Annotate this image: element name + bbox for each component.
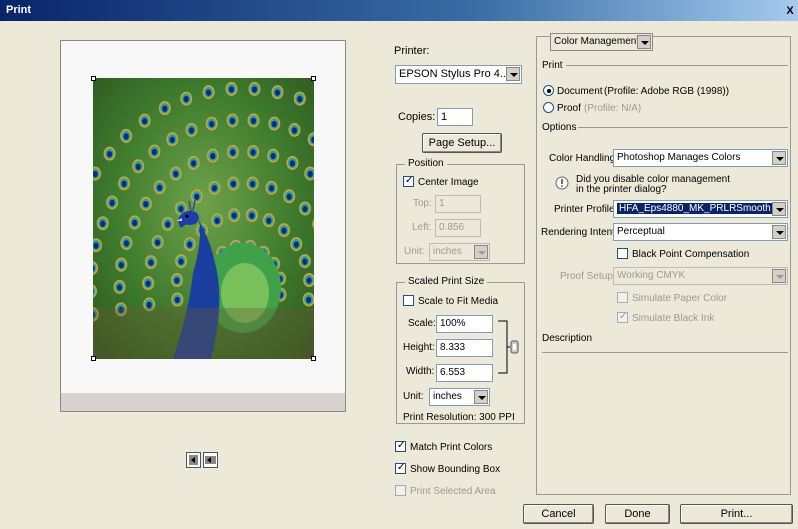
close-icon[interactable]: X (784, 5, 796, 17)
left-input[interactable]: 0.856 (435, 219, 481, 237)
title-bar: Print (0, 0, 798, 21)
rendering-intent-select[interactable]: Perceptual (613, 223, 788, 241)
page-landscape-icon[interactable] (203, 452, 218, 468)
document-label: Document (557, 86, 603, 97)
match-print-colors-checkbox[interactable] (395, 440, 406, 452)
position-legend: Position (405, 158, 447, 169)
bounding-handle[interactable] (91, 76, 96, 81)
printer-label: Printer: (394, 45, 430, 57)
document-radio[interactable] (543, 85, 554, 96)
simulate-paper-label: Simulate Paper Color (632, 293, 728, 304)
show-bounding-box-label: Show Bounding Box (410, 464, 501, 475)
bounding-handle[interactable] (311, 76, 316, 81)
rendering-intent-value: Perceptual (617, 226, 665, 237)
position-unit-select[interactable]: inches (429, 243, 490, 261)
scaled-unit-label: Unit: (403, 391, 424, 402)
simulate-ink-checkbox[interactable] (617, 311, 628, 323)
chevron-down-icon (772, 202, 786, 216)
print-resolution: Print Resolution: 300 PPI (403, 412, 515, 423)
height-input[interactable]: 8.333 (436, 339, 493, 357)
chevron-down-icon (474, 390, 488, 404)
peacock-image (93, 78, 314, 359)
proof-setup-select[interactable]: Working CMYK (613, 267, 788, 285)
proof-label: Proof (557, 103, 581, 114)
page-setup-button[interactable]: Page Setup... (422, 133, 502, 153)
chevron-down-icon (772, 151, 786, 165)
left-label: Left: (412, 222, 432, 233)
chevron-down-icon (772, 269, 786, 283)
scaled-unit-select[interactable]: inches (429, 388, 490, 406)
printer-profile-select[interactable]: HFA_Eps4880_MK_PRLRSmooth (613, 200, 788, 218)
top-label: Top: (413, 198, 432, 209)
scaled-print-size-legend: Scaled Print Size (405, 276, 488, 287)
warning-icon (555, 176, 569, 190)
color-handling-label: Color Handling: (549, 153, 618, 164)
simulate-paper-checkbox[interactable] (617, 292, 628, 303)
printer-profile-value: HFA_Eps4880_MK_PRLRSmooth (617, 203, 773, 214)
center-image-checkbox[interactable] (403, 175, 414, 187)
color-handling-value: Photoshop Manages Colors (617, 152, 741, 163)
scaled-unit-value: inches (433, 391, 462, 402)
print-button[interactable]: Print... (680, 504, 793, 524)
show-bounding-box-checkbox[interactable] (395, 462, 406, 474)
scale-to-fit-label: Scale to Fit Media (418, 296, 499, 307)
center-image-label: Center Image (418, 177, 479, 188)
match-print-colors-label: Match Print Colors (410, 442, 493, 453)
divider (566, 65, 788, 66)
printer-select[interactable]: EPSON Stylus Pro 4... (395, 65, 522, 84)
panel-mode-value: Color Management (554, 36, 640, 47)
top-input[interactable]: 1 (435, 195, 481, 213)
print-selected-area-label: Print Selected Area (410, 486, 496, 497)
color-handling-select[interactable]: Photoshop Manages Colors (613, 149, 788, 167)
width-input[interactable]: 6.553 (436, 364, 493, 382)
divider (578, 127, 788, 128)
warning-text-line-2: in the printer dialog? (576, 184, 667, 195)
document-profile: (Profile: Adobe RGB (1998)) (604, 86, 730, 97)
link-chain-icon[interactable] (497, 320, 521, 374)
bounding-handle[interactable] (91, 356, 96, 361)
rendering-intent-label: Rendering Intent: (541, 227, 618, 238)
proof-setup-value: Working CMYK (617, 270, 686, 281)
proof-profile: (Profile: N/A) (584, 103, 642, 114)
print-heading: Print (542, 60, 563, 71)
copies-input[interactable]: 1 (437, 108, 473, 126)
scale-label: Scale: (408, 318, 436, 329)
scale-input[interactable]: 100% (436, 315, 493, 333)
chevron-down-icon (474, 245, 488, 259)
options-heading: Options (542, 122, 577, 133)
proof-setup-label: Proof Setup: (560, 271, 616, 282)
position-unit-value: inches (433, 246, 462, 257)
chevron-down-icon (772, 225, 786, 239)
done-button[interactable]: Done (605, 504, 670, 524)
black-point-checkbox[interactable] (617, 248, 628, 259)
copies-label: Copies: (398, 111, 436, 123)
scale-to-fit-checkbox[interactable] (403, 295, 414, 306)
printer-value: EPSON Stylus Pro 4... (399, 68, 510, 80)
proof-radio[interactable] (543, 102, 554, 113)
description-heading: Description (542, 333, 593, 344)
printer-profile-label: Printer Profile: (554, 204, 618, 215)
divider (542, 352, 788, 353)
position-unit-label: Unit: (404, 246, 425, 257)
page-portrait-icon[interactable] (186, 452, 201, 468)
black-point-label: Black Point Compensation (632, 249, 750, 260)
print-selected-area-checkbox[interactable] (395, 485, 406, 496)
chevron-down-icon (506, 67, 520, 81)
height-label: Height: (403, 342, 435, 353)
width-label: Width: (406, 366, 435, 377)
cancel-button[interactable]: Cancel (523, 504, 594, 524)
simulate-ink-label: Simulate Black Ink (632, 313, 715, 324)
chevron-down-icon (637, 35, 651, 49)
panel-mode-select[interactable]: Color Management (550, 33, 653, 51)
window-title: Print (6, 4, 32, 16)
bounding-handle[interactable] (311, 356, 316, 361)
